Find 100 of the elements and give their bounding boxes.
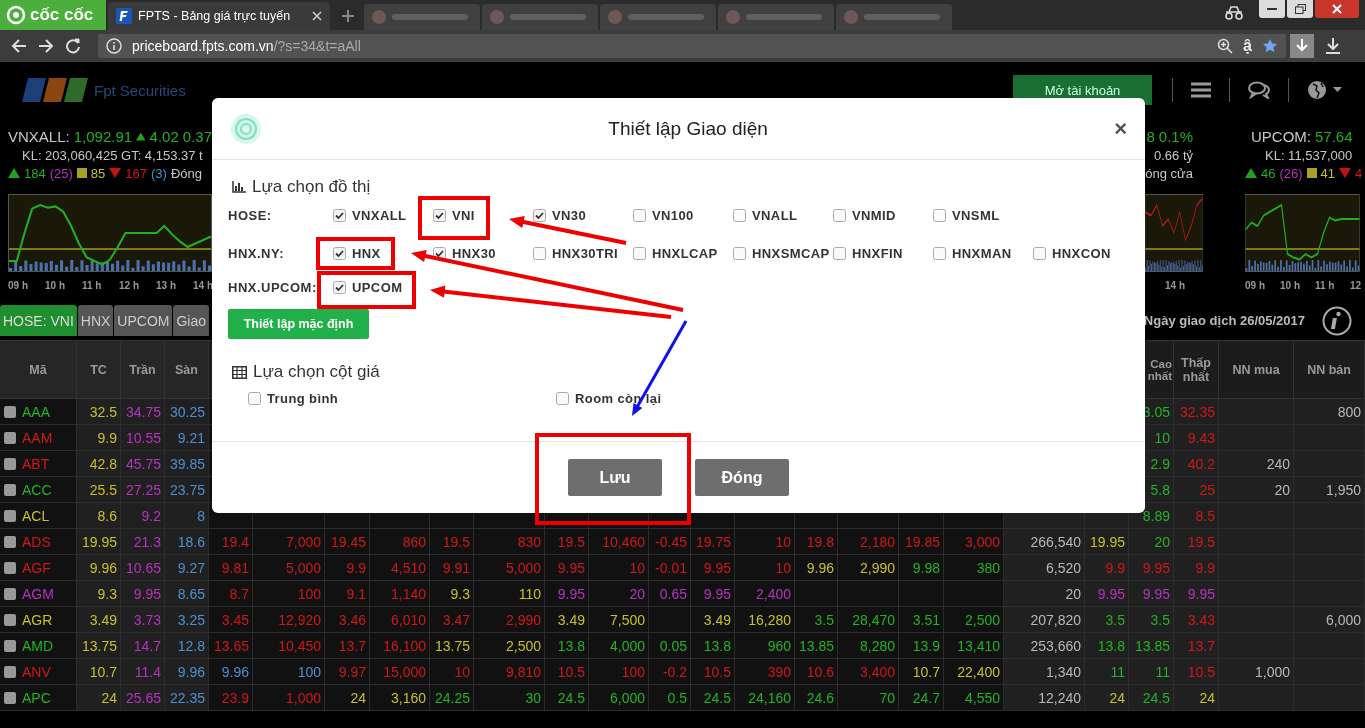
market-tab[interactable]: Giao — [173, 305, 210, 336]
table-cell: 5,000 — [474, 555, 545, 581]
row-checkbox[interactable] — [4, 639, 16, 652]
option-label[interactable]: Trung bình — [267, 391, 339, 406]
option-label[interactable]: VNXALL — [352, 208, 407, 223]
option-label[interactable]: VNMID — [852, 208, 896, 223]
checkbox[interactable] — [833, 209, 846, 222]
restore-button[interactable] — [1287, 0, 1313, 18]
row-checkbox[interactable] — [4, 691, 16, 704]
checkbox[interactable] — [333, 281, 346, 294]
table-cell: 34.75 — [121, 399, 165, 425]
checkbox[interactable] — [248, 392, 261, 405]
checkbox[interactable] — [1033, 247, 1046, 260]
dialog-button[interactable]: Đóng — [695, 459, 789, 496]
minimize-button[interactable] — [1259, 0, 1285, 18]
translate-button[interactable]: ậ — [1243, 37, 1252, 55]
row-checkbox[interactable] — [4, 457, 16, 470]
stock-symbol[interactable]: ACL — [22, 507, 50, 524]
table-cell — [649, 607, 691, 633]
time-tick: 14 h — [1165, 280, 1185, 291]
option-label[interactable]: HNXMAN — [952, 246, 1012, 261]
row-checkbox[interactable] — [4, 483, 16, 496]
option-label[interactable]: HNXLCAP — [652, 246, 718, 261]
restore-icon — [1294, 4, 1306, 14]
info-icon[interactable] — [1322, 305, 1352, 336]
row-checkbox[interactable] — [4, 665, 16, 678]
option-label[interactable]: HNX — [352, 246, 381, 261]
checkbox[interactable] — [333, 247, 346, 260]
market-tab[interactable]: HNX — [77, 305, 114, 336]
option-label[interactable]: HNX30TRI — [552, 246, 619, 261]
checkbox[interactable] — [333, 209, 346, 222]
close-icon[interactable] — [312, 11, 322, 21]
table-cell: 0.05 — [649, 633, 691, 659]
download-button[interactable] — [1290, 34, 1314, 58]
time-tick: 12 — [1350, 280, 1363, 291]
table-cell: 1,340 — [1004, 659, 1085, 685]
page-icon — [116, 8, 132, 24]
back-icon[interactable] — [11, 38, 27, 54]
checkbox[interactable] — [633, 209, 646, 222]
table-cell: 7,500 — [589, 607, 649, 633]
option-label[interactable]: HNXSMCAP — [752, 246, 830, 261]
table-cell: 30 — [474, 685, 545, 711]
forward-icon[interactable] — [38, 38, 54, 54]
option-label[interactable]: HNXFIN — [852, 246, 903, 261]
option-label[interactable]: VNI — [452, 208, 475, 223]
checkbox[interactable] — [833, 247, 846, 260]
checkbox[interactable] — [533, 209, 546, 222]
row-checkbox[interactable] — [4, 405, 16, 418]
stock-symbol[interactable]: AGM — [22, 585, 54, 602]
menu-icon[interactable] — [1191, 82, 1211, 98]
checkbox[interactable] — [933, 209, 946, 222]
globe-icon[interactable] — [1307, 80, 1343, 100]
stock-symbol[interactable]: AMD — [22, 637, 54, 654]
chat-icon[interactable] — [1248, 81, 1270, 99]
table-cell: 20 — [1004, 581, 1085, 607]
checkbox[interactable] — [533, 247, 546, 260]
checkbox[interactable] — [733, 247, 746, 260]
table-cell: 24.6 — [795, 685, 838, 711]
row-checkbox[interactable] — [4, 587, 16, 600]
option-label[interactable]: HNXCON — [1052, 246, 1111, 261]
row-checkbox[interactable] — [4, 535, 16, 548]
address-field[interactable]: priceboard.fpts.com.vn/?s=34&t=aAll ậ — [98, 34, 1286, 58]
checkbox[interactable] — [733, 209, 746, 222]
table-cell: 9.95 — [545, 555, 589, 581]
up-triangle-icon — [136, 130, 146, 142]
star-icon[interactable] — [1262, 38, 1278, 54]
downloads-icon[interactable] — [1325, 37, 1341, 55]
stock-symbol[interactable]: ACC — [22, 481, 52, 498]
row-checkbox[interactable] — [4, 613, 16, 626]
checkbox[interactable] — [556, 392, 569, 405]
stock-symbol[interactable]: AAA — [22, 403, 50, 420]
exchange-label: HNX.UPCOM: — [228, 280, 318, 295]
ceiling-count: (25) — [49, 165, 73, 181]
reload-icon[interactable] — [65, 38, 81, 54]
row-checkbox[interactable] — [4, 431, 16, 444]
option-label[interactable]: UPCOM — [352, 280, 403, 295]
checkbox[interactable] — [633, 247, 646, 260]
table-cell: 16,280 — [735, 607, 795, 633]
row-checkbox[interactable] — [4, 509, 16, 522]
window-close-button[interactable] — [1315, 0, 1359, 18]
option-label[interactable]: VNSML — [952, 208, 1000, 223]
dialog-button[interactable]: Lưu — [568, 459, 662, 496]
checkbox[interactable] — [433, 209, 446, 222]
option-label[interactable]: VNALL — [752, 208, 798, 223]
option-label[interactable]: VN30 — [552, 208, 587, 223]
stock-symbol[interactable]: APC — [22, 689, 51, 706]
option-label[interactable]: HNX30 — [452, 246, 496, 261]
zoom-icon[interactable] — [1217, 38, 1234, 54]
table-cell: 4,000 — [589, 633, 649, 659]
browser-tab[interactable]: FPTS - Bảng giá trực tuyến — [108, 2, 330, 30]
checkbox[interactable] — [933, 247, 946, 260]
incognito-icon[interactable] — [1223, 6, 1245, 20]
market-tab[interactable]: UPCOM — [114, 305, 173, 336]
close-button[interactable]: × — [1114, 115, 1127, 142]
option-label[interactable]: VN100 — [652, 208, 694, 223]
table-cell: 24 — [325, 685, 370, 711]
new-tab-icon[interactable] — [340, 8, 356, 24]
stock-symbol[interactable]: AGR — [22, 611, 53, 628]
table-cell: 13.85 — [795, 633, 838, 659]
row-checkbox[interactable] — [4, 561, 16, 574]
